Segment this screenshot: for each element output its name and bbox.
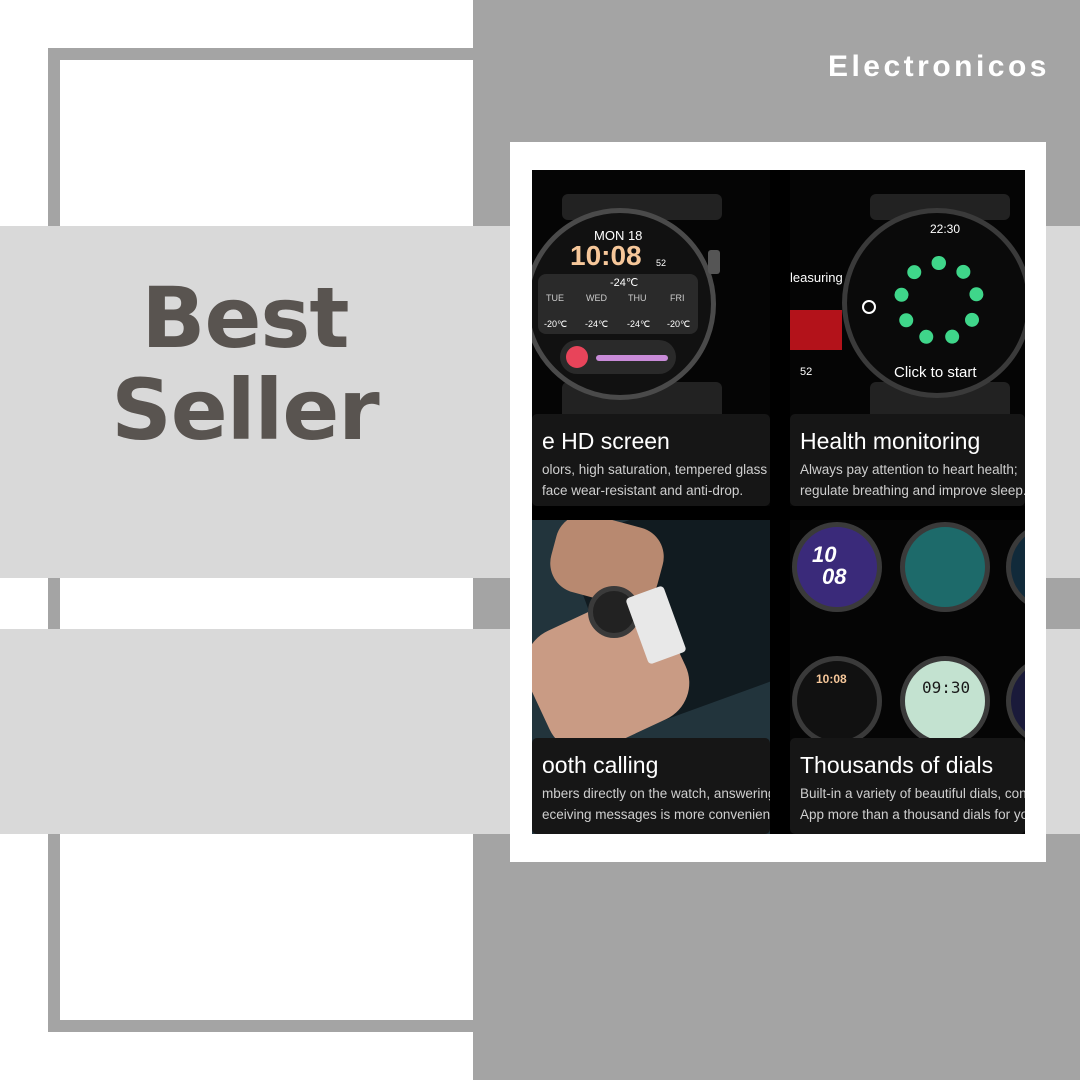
dial-preview — [792, 656, 882, 746]
forecast-temp: -24℃ — [585, 319, 609, 329]
dial-preview — [1006, 522, 1025, 612]
forecast-day: TUE — [546, 293, 564, 303]
tile-caption: Thousands of dials Built-in a variety of… — [790, 738, 1025, 834]
forecast-day: WED — [586, 293, 607, 303]
breathing-flower-icon — [894, 256, 984, 346]
dial-preview — [1006, 656, 1025, 746]
heart-rate-reading: 52 — [800, 366, 813, 378]
dial-time: 10:08 — [816, 672, 847, 686]
tile-title: ooth calling — [542, 752, 659, 778]
tile-text: mbers directly on the watch, answering — [542, 786, 770, 801]
watch-seconds: 52 — [656, 258, 667, 268]
tile-text: Built-in a variety of beautiful dials, c… — [800, 786, 1025, 801]
tile-title: Thousands of dials — [800, 752, 994, 778]
measuring-label: leasuring — [790, 270, 843, 285]
tile-title: e HD screen — [542, 428, 670, 454]
tile-caption: ooth calling mbers directly on the watch… — [532, 738, 770, 834]
dial-time: 09:30 — [922, 678, 971, 697]
dial-preview — [900, 522, 990, 612]
heart-rate-chart — [790, 310, 842, 350]
forecast-temp: -20℃ — [544, 319, 568, 329]
forecast-temp: -20℃ — [667, 319, 691, 329]
weather-temp: -24℃ — [610, 277, 639, 289]
tile-text: eceiving messages is more convenient. — [542, 807, 770, 822]
tile-title: Health monitoring — [800, 428, 981, 454]
tile-caption: Health monitoring Always pay attention t… — [790, 414, 1025, 506]
tile-thousands-of-dials: 10 08 10:08 09:30 Thousands of dials Bui… — [790, 520, 1025, 834]
forecast-day: THU — [628, 293, 647, 303]
play-icon — [566, 346, 588, 368]
dial-preview — [900, 656, 990, 746]
tile-text: olors, high saturation, tempered glass — [542, 462, 768, 477]
tile-text: regulate breathing and improve sleep. — [800, 483, 1025, 498]
crown-button — [708, 250, 720, 274]
product-photo: MON 18 10:08 52 -24℃ TUE WED THU FRI -20… — [532, 170, 1025, 834]
watch-time: 10:08 — [570, 240, 642, 271]
tile-text: face wear-resistant and anti-drop. — [542, 483, 744, 498]
forecast-temp: -24℃ — [627, 319, 651, 329]
headline-line-1: Best — [141, 269, 349, 367]
tile-hd-screen: MON 18 10:08 52 -24℃ TUE WED THU FRI -20… — [532, 170, 770, 506]
tile-health-monitoring: leasuring 52 22:30 Click to start Health… — [790, 170, 1025, 506]
headline-line-2: Seller — [111, 361, 379, 459]
click-to-start: Click to start — [894, 364, 977, 381]
watch-time: 22:30 — [930, 222, 961, 236]
headline: Best Seller — [0, 272, 490, 456]
tile-text: Always pay attention to heart health; — [800, 462, 1018, 477]
forecast-day: FRI — [670, 293, 685, 303]
timer-icon — [862, 300, 876, 314]
brand-label: Electronicos — [827, 50, 1050, 83]
waveform-icon — [596, 355, 668, 361]
tile-text: App more than a thousand dials for you — [800, 807, 1025, 822]
dial-time: 08 — [822, 564, 847, 589]
tile-bluetooth-calling: ooth calling mbers directly on the watch… — [532, 520, 770, 834]
tile-caption: e HD screen olors, high saturation, temp… — [532, 414, 770, 506]
